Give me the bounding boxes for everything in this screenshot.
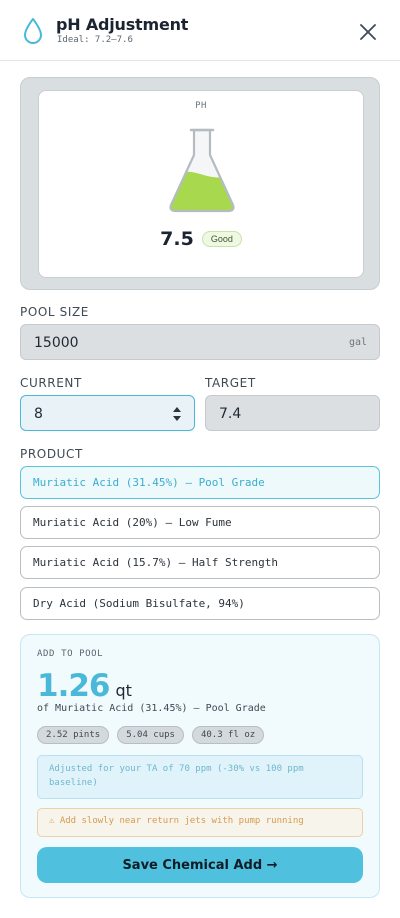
product-option-muriatic-31[interactable]: Muriatic Acid (31.45%) — Pool Grade — [20, 466, 380, 499]
add-to-pool-label: ADD TO POOL — [37, 649, 104, 659]
ph-reading: 7.5 Good — [39, 228, 363, 250]
stepper-down-icon[interactable] — [172, 415, 182, 422]
product-option-muriatic-20[interactable]: Muriatic Acid (20%) — Low Fume — [20, 506, 380, 539]
target-label: TARGET — [205, 376, 256, 390]
product-option-label: Muriatic Acid (20%) — Low Fume — [33, 516, 232, 529]
pool-size-input[interactable]: 15000 gal — [20, 324, 380, 360]
pool-size-label: POOL SIZE — [20, 305, 89, 319]
gauge-label: PH — [195, 101, 207, 111]
ph-gauge-panel: PH 7.5 Good — [20, 77, 380, 290]
dosage-amount: 1.26 qt — [37, 668, 132, 704]
conversion-chips: 2.52 pints 5.04 cups 40.3 fl oz — [37, 726, 265, 744]
ph-gauge-card: PH 7.5 Good — [38, 90, 364, 278]
flask-icon — [169, 128, 235, 213]
current-label: CURRENT — [20, 376, 82, 390]
page-title: pH Adjustment — [56, 15, 189, 34]
save-chemical-add-button[interactable]: Save Chemical Add → — [37, 847, 363, 883]
product-option-muriatic-15[interactable]: Muriatic Acid (15.7%) — Half Strength — [20, 546, 380, 579]
status-badge: Good — [201, 231, 242, 247]
ph-value: 7.5 — [160, 228, 194, 250]
product-option-dry-acid[interactable]: Dry Acid (Sodium Bisulfate, 94%) — [20, 587, 380, 620]
target-ph-input[interactable]: 7.4 — [205, 395, 380, 431]
conversion-chip: 40.3 fl oz — [191, 726, 265, 744]
product-option-label: Dry Acid (Sodium Bisulfate, 94%) — [33, 597, 245, 610]
conversion-chip: 2.52 pints — [37, 726, 110, 744]
safety-warning: ⚠ Add slowly near return jets with pump … — [37, 808, 363, 837]
ideal-range: Ideal: 7.2–7.6 — [57, 35, 133, 45]
pool-size-value: 15000 — [34, 335, 79, 351]
header: pH Adjustment Ideal: 7.2–7.6 — [0, 0, 400, 61]
product-label: PRODUCT — [20, 447, 83, 461]
product-option-label: Muriatic Acid (15.7%) — Half Strength — [33, 556, 279, 569]
number-stepper[interactable] — [172, 406, 182, 422]
product-name: of Muriatic Acid (31.45%) — Pool Grade — [37, 703, 266, 714]
amount-unit: qt — [115, 681, 132, 700]
dosage-result-card: ADD TO POOL 1.26 qt of Muriatic Acid (31… — [20, 634, 380, 898]
amount-value: 1.26 — [37, 668, 110, 704]
close-button[interactable] — [356, 20, 380, 44]
water-drop-icon — [24, 18, 42, 44]
current-ph-input[interactable]: 8 — [20, 395, 195, 431]
stepper-up-icon[interactable] — [172, 406, 182, 413]
product-option-label: Muriatic Acid (31.45%) — Pool Grade — [33, 476, 265, 489]
close-icon — [360, 24, 376, 40]
conversion-chip: 5.04 cups — [117, 726, 184, 744]
ta-adjustment-note: Adjusted for your TA of 70 ppm (-30% vs … — [37, 755, 363, 799]
pool-size-unit: gal — [348, 337, 367, 348]
target-ph-value: 7.4 — [219, 406, 242, 422]
current-ph-value: 8 — [34, 406, 43, 422]
